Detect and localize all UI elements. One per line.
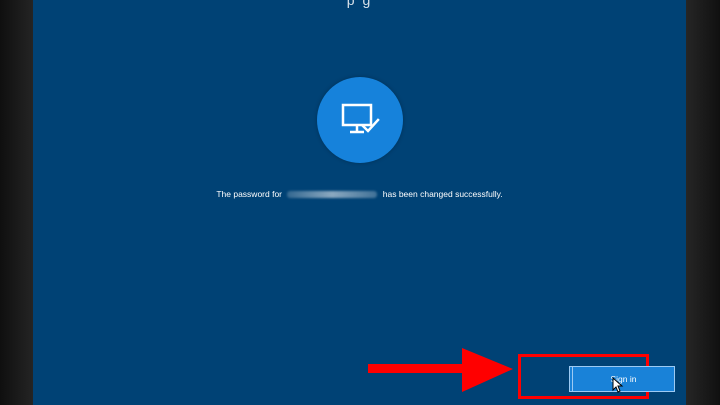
left-bezel — [0, 0, 33, 405]
partial-page-title: p g — [346, 0, 373, 8]
message-prefix: The password for — [216, 189, 283, 199]
red-arrow-icon — [368, 348, 513, 392]
right-bezel — [686, 0, 720, 405]
message-suffix: has been changed successfully. — [382, 189, 503, 199]
success-message: The password for has been changed succes… — [33, 189, 686, 199]
video-frame: p g The password for has been changed su… — [0, 0, 720, 405]
blurred-account-name — [287, 191, 378, 199]
mouse-pointer-icon — [612, 377, 624, 393]
monitor-check-icon — [317, 77, 403, 163]
